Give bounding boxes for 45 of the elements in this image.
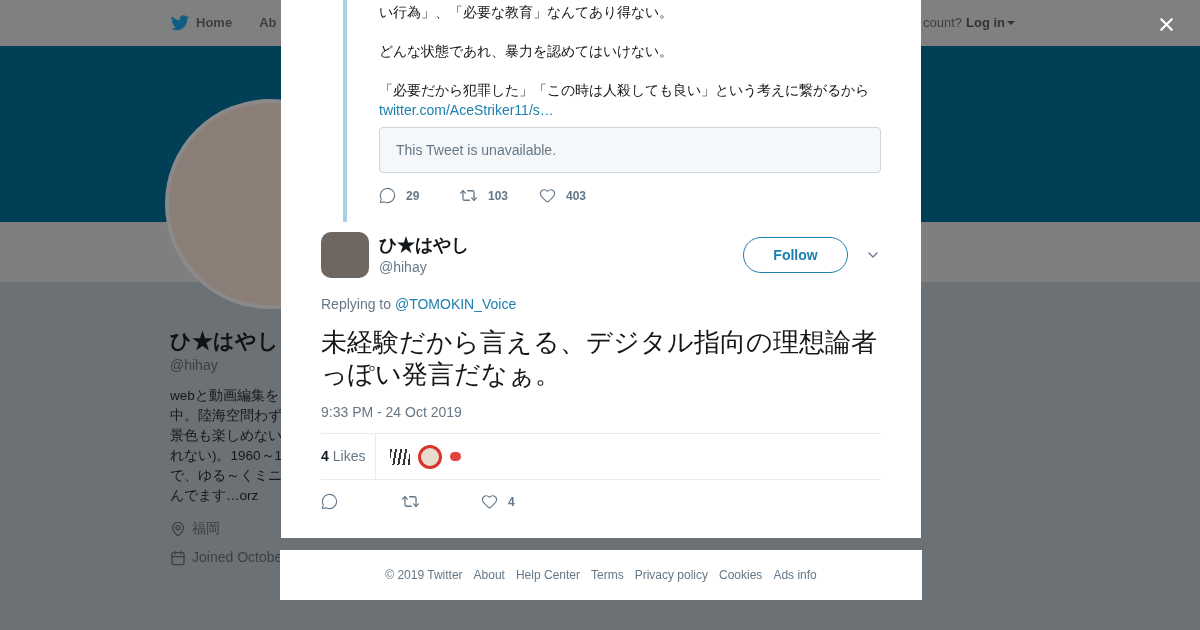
account-prompt: count? <box>922 14 962 33</box>
footer-link[interactable]: Cookies <box>719 566 763 584</box>
bio-text: 景色も楽しめない <box>170 427 283 445</box>
reply-icon[interactable] <box>321 493 338 510</box>
likes-count[interactable]: 4 Likes <box>321 434 377 479</box>
author-name[interactable]: ひ★はやし <box>379 233 469 257</box>
tomato-icon[interactable] <box>450 452 462 461</box>
tweet-text: 未経験だから言える、デジタル指向の理想論者っぽい発言だなぁ。 <box>321 326 877 390</box>
bio-text: で、ゆる～くミニ <box>170 467 283 485</box>
bio-text: 中。陸海空問わず <box>170 407 283 425</box>
bio-text: れない)。1960～1 <box>170 447 283 465</box>
heart-icon[interactable] <box>481 493 498 510</box>
avatar-logo-icon[interactable] <box>390 448 411 465</box>
heart-icon[interactable] <box>539 187 556 204</box>
bio-text: webと動画編集を <box>170 387 280 405</box>
mention-link[interactable]: @TOMOKIN_Voice <box>394 296 517 312</box>
nav-link[interactable]: Ab <box>259 13 277 33</box>
action-count: 4 <box>508 493 515 511</box>
tweet-text: い行為」、「必要な教育」なんてあり得ない。 <box>379 3 674 22</box>
calendar-icon <box>170 549 186 566</box>
tweet-text: どんな状態であれ、暴力を認めてはいけない。 <box>379 42 674 61</box>
bio-text: んでます…orz <box>170 487 260 505</box>
footer-link[interactable]: About <box>473 566 505 584</box>
footer-link[interactable]: Help Center <box>515 566 580 584</box>
footer-link[interactable]: Privacy policy <box>634 566 708 584</box>
login-link[interactable]: Log in <box>966 13 1015 33</box>
action-count: 29 <box>406 187 420 205</box>
tweet-text: 「必要だから犯罪した」「この時は人殺しても良い」という考えに繋がるから <box>379 81 870 100</box>
footer-link[interactable]: Ads info <box>773 566 817 584</box>
tweet-timestamp: 9:33 PM - 24 Oct 2019 <box>321 403 463 422</box>
action-count: 403 <box>566 187 587 205</box>
likes-number[interactable]: 4 <box>321 446 329 467</box>
footer-link[interactable]: Terms <box>591 566 624 584</box>
tweet-link[interactable]: twitter.com/AceStriker11/s… <box>379 100 881 120</box>
profile-name: ひ★はやし <box>170 328 280 354</box>
replying-to-text: Replying to @TOMOKIN_Voice <box>321 295 518 314</box>
avatar-picture[interactable] <box>321 232 369 278</box>
nav-link[interactable]: Home <box>196 13 233 33</box>
unavailable-text: This Tweet is unavailable. <box>396 140 557 160</box>
reply-icon[interactable] <box>379 187 396 204</box>
action-count: 103 <box>488 187 509 205</box>
likes-label[interactable]: Likes <box>332 446 366 467</box>
location-pin-icon <box>170 520 186 537</box>
author-handle[interactable]: @hihay <box>379 257 469 277</box>
footer-link[interactable]: © 2019 Twitter <box>385 566 463 584</box>
